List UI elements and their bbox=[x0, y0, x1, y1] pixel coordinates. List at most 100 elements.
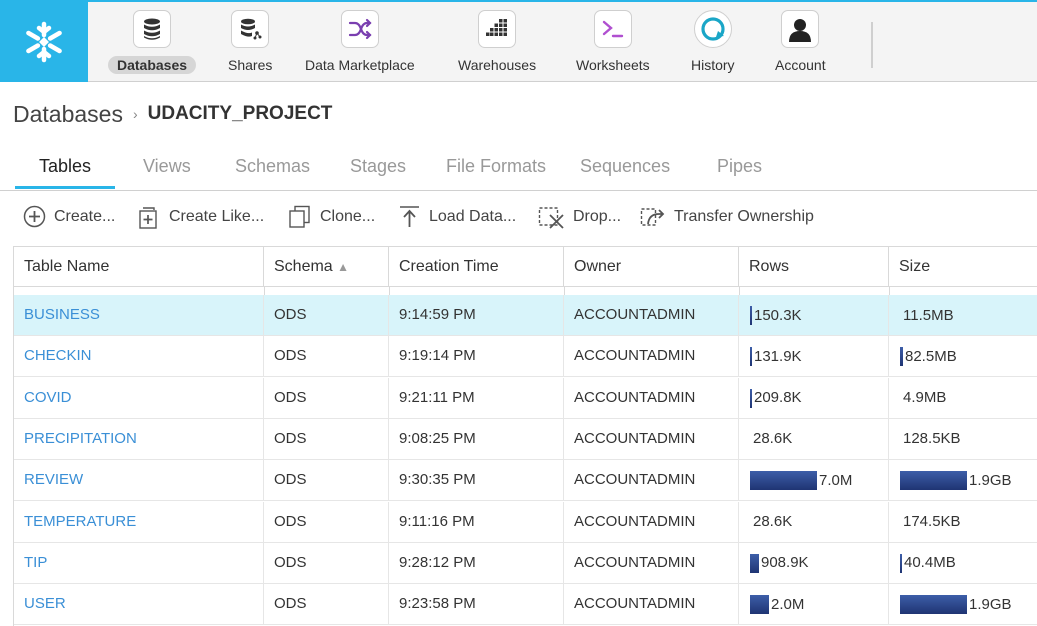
cell-owner: ACCOUNTADMIN bbox=[564, 418, 739, 460]
upload-icon bbox=[400, 206, 419, 227]
nav-label: Worksheets bbox=[576, 57, 650, 73]
cell-size: 40.4MB bbox=[889, 543, 1037, 584]
cell-creation-time: 9:28:12 PM bbox=[389, 542, 564, 584]
cell-schema: ODS bbox=[264, 295, 389, 336]
value-rows: 28.6K bbox=[753, 430, 793, 448]
column-header-size[interactable]: Size bbox=[889, 247, 1037, 286]
cell-rows: 908.9K bbox=[739, 542, 889, 584]
nav-account[interactable]: Account bbox=[766, 10, 835, 74]
value-size: 1.9GB bbox=[969, 471, 1012, 489]
breadcrumb-separator: › bbox=[132, 106, 138, 122]
value-size: 1.9GB bbox=[969, 595, 1012, 613]
load-data-button[interactable]: Load Data... bbox=[398, 205, 516, 229]
cell-owner: ACCOUNTADMIN bbox=[564, 295, 739, 336]
column-header-rows[interactable]: Rows bbox=[739, 247, 889, 286]
table-row[interactable]: COVID ODS 9:21:11 PM ACCOUNTADMIN 209.8K 4.9M… bbox=[14, 377, 1037, 419]
tab-schemas[interactable]: Schemas bbox=[235, 156, 310, 177]
tab-views[interactable]: Views bbox=[143, 156, 191, 177]
table-row[interactable]: BUSINESS ODS 9:14:59 PM ACCOUNTADMIN 150.3K 1… bbox=[14, 295, 1037, 336]
table-header-row: Table Name Schema ▲ Creation Time Owner … bbox=[14, 246, 1037, 287]
nav-label: Warehouses bbox=[458, 57, 537, 73]
cell-rows: 2.0M bbox=[739, 584, 889, 626]
cell-table-name[interactable]: PRECIPITATION bbox=[14, 418, 264, 460]
bar-rows bbox=[750, 595, 769, 615]
cell-size: 128.5KB bbox=[889, 419, 1037, 460]
nav-worksheets[interactable]: Worksheets bbox=[567, 10, 659, 74]
value-rows: 2.0M bbox=[771, 595, 805, 613]
column-header-schema[interactable]: Schema ▲ bbox=[264, 247, 389, 286]
table-row[interactable]: TIP ODS 9:28:12 PM ACCOUNTADMIN 908.9K 40.4MB bbox=[14, 542, 1037, 584]
nav-data-marketplace[interactable]: Data Marketplace bbox=[296, 10, 424, 74]
cell-schema: ODS bbox=[264, 542, 389, 584]
create-like-button[interactable]: Create Like... bbox=[138, 205, 264, 229]
column-header-schema-label: Schema bbox=[274, 258, 333, 275]
cell-rows: 28.6K bbox=[739, 501, 889, 543]
cell-owner: ACCOUNTADMIN bbox=[564, 336, 739, 378]
clone-icon bbox=[289, 205, 310, 228]
value-size: 128.5KB bbox=[903, 430, 961, 448]
table-row[interactable]: CHECKIN ODS 9:19:14 PM ACCOUNTADMIN 131.9K 82… bbox=[14, 336, 1037, 378]
bar-rows bbox=[750, 553, 759, 573]
cell-rows: 209.8K bbox=[739, 377, 889, 419]
drop-button[interactable]: Drop... bbox=[538, 205, 621, 229]
breadcrumb-current: UDACITY_PROJECT bbox=[147, 103, 333, 124]
column-header-owner[interactable]: Owner bbox=[564, 247, 739, 286]
cell-schema: ODS bbox=[264, 460, 389, 502]
breadcrumb-root[interactable]: Databases bbox=[13, 101, 123, 128]
table-row[interactable]: REVIEW ODS 9:30:35 PM ACCOUNTADMIN 7.0M 1.9GB bbox=[14, 460, 1037, 502]
value-rows: 28.6K bbox=[753, 513, 793, 530]
bar-rows bbox=[750, 471, 817, 491]
value-rows: 908.9K bbox=[761, 554, 809, 572]
breadcrumb: Databases › UDACITY_PROJECT bbox=[13, 100, 332, 128]
column-header-table-name[interactable]: Table Name bbox=[14, 247, 264, 286]
cell-creation-time: 9:14:59 PM bbox=[389, 295, 564, 336]
tab-stages[interactable]: Stages bbox=[350, 156, 406, 177]
cell-table-name[interactable]: TEMPERATURE bbox=[14, 501, 264, 543]
load-data-label: Load Data... bbox=[429, 208, 517, 225]
cell-rows: 150.3K bbox=[739, 295, 889, 336]
header-spacer bbox=[14, 287, 1037, 295]
value-size: 4.9MB bbox=[903, 389, 947, 407]
bar-rows bbox=[750, 388, 752, 408]
cell-table-name[interactable]: BUSINESS bbox=[14, 295, 264, 336]
clone-button[interactable]: Clone... bbox=[288, 205, 375, 229]
snowflake-logo[interactable] bbox=[0, 2, 88, 82]
nav-label: Shares bbox=[228, 57, 273, 73]
tables-grid: Table Name Schema ▲ Creation Time Owner … bbox=[13, 246, 1037, 626]
tab-pipes[interactable]: Pipes bbox=[717, 156, 762, 177]
transfer-ownership-label: Transfer Ownership bbox=[674, 208, 814, 225]
cell-table-name[interactable]: USER bbox=[14, 584, 264, 626]
tab-file-formats[interactable]: File Formats bbox=[446, 156, 546, 177]
cell-table-name[interactable]: CHECKIN bbox=[14, 336, 264, 378]
nav-shares[interactable]: Shares bbox=[219, 10, 281, 74]
cell-table-name[interactable]: COVID bbox=[14, 377, 264, 419]
nav-history[interactable]: History bbox=[682, 10, 744, 74]
table-row[interactable]: TEMPERATURE ODS 9:11:16 PM ACCOUNTADMIN 28.6… bbox=[14, 501, 1037, 543]
nav-warehouses[interactable]: Warehouses bbox=[449, 10, 545, 74]
bar-size bbox=[900, 595, 967, 615]
cell-table-name[interactable]: REVIEW bbox=[14, 460, 264, 502]
bar-size bbox=[900, 347, 903, 367]
value-size: 82.5MB bbox=[905, 347, 957, 365]
create-button[interactable]: Create... bbox=[23, 205, 115, 228]
column-header-creation-time[interactable]: Creation Time bbox=[389, 247, 564, 286]
tab-bar: Tables Views Schemas Stages File Formats… bbox=[0, 140, 1037, 191]
cell-size: 82.5MB bbox=[889, 336, 1037, 377]
nav-label: History bbox=[691, 57, 735, 73]
bar-rows bbox=[750, 306, 752, 325]
table-row[interactable]: USER ODS 9:23:58 PM ACCOUNTADMIN 2.0M 1.9GB bbox=[14, 584, 1037, 626]
table-row[interactable]: PRECIPITATION ODS 9:08:25 PM ACCOUNTADMIN 28… bbox=[14, 418, 1037, 460]
cell-table-name[interactable]: TIP bbox=[14, 542, 264, 584]
value-rows: 150.3K bbox=[754, 306, 802, 324]
drop-label: Drop... bbox=[573, 208, 622, 225]
tab-sequences[interactable]: Sequences bbox=[580, 156, 670, 177]
cell-schema: ODS bbox=[264, 336, 389, 378]
bar-size bbox=[900, 553, 902, 573]
cell-creation-time: 9:30:35 PM bbox=[389, 460, 564, 502]
nav-databases[interactable]: Databases bbox=[108, 10, 197, 74]
transfer-ownership-button[interactable]: Transfer Ownership bbox=[640, 205, 814, 229]
tab-tables[interactable]: Tables bbox=[39, 156, 91, 177]
cell-size: 174.5KB bbox=[889, 502, 1037, 543]
table-toolbar: Create... Create Like... Clone... Load D… bbox=[0, 202, 1037, 236]
cell-rows: 7.0M bbox=[739, 460, 889, 502]
